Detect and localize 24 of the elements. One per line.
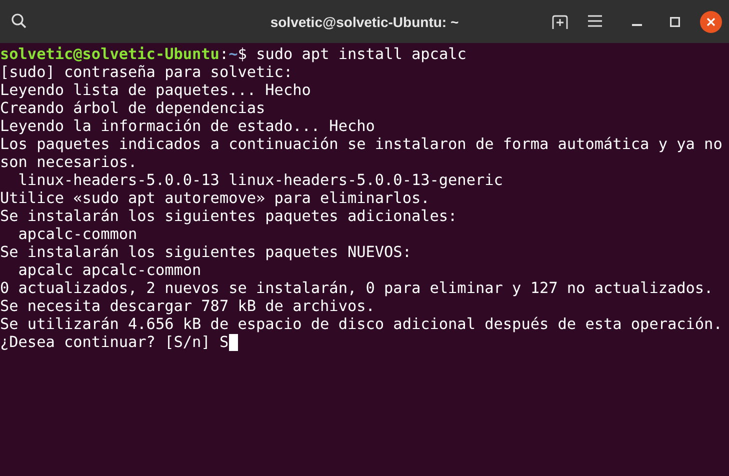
output-line: Leyendo la información de estado... Hecho bbox=[0, 117, 375, 135]
output-line: Se necesita descargar 787 kB de archivos. bbox=[0, 297, 375, 315]
window-title: solvetic@solvetic-Ubuntu: ~ bbox=[270, 13, 459, 32]
output-line: Creando árbol de dependencias bbox=[0, 99, 266, 117]
output-line: linux-headers-5.0.0-13 linux-headers-5.0.0-13-generic bbox=[17, 171, 503, 189]
maximize-icon[interactable] bbox=[670, 17, 680, 27]
output-line: apcalc-common bbox=[17, 225, 138, 243]
output-line: Utilice «sudo apt autoremove» para eliminarlos. bbox=[0, 189, 430, 207]
output-line: Se utilizarán 4.656 kB de espacio de disco adicional después de esta operación. bbox=[0, 315, 722, 333]
output-line: Se instalarán los siguientes paquetes NUEVOS: bbox=[0, 243, 412, 261]
new-tab-icon[interactable] bbox=[552, 14, 568, 30]
output-line: [sudo] contraseña para solvetic: bbox=[0, 63, 293, 81]
output-line: Los paquetes indicados a continuación se instalaron de forma automática y ya no bbox=[0, 135, 722, 153]
output-line: son necesarios. bbox=[0, 153, 138, 171]
search-icon[interactable] bbox=[11, 13, 27, 29]
menu-icon[interactable] bbox=[588, 15, 602, 27]
output-line: Leyendo lista de paquetes... Hecho bbox=[0, 81, 311, 99]
close-icon[interactable] bbox=[700, 11, 722, 33]
output-line: ¿Desea continuar? [S/n] S bbox=[0, 333, 229, 351]
output-line: apcalc apcalc-common bbox=[17, 261, 202, 279]
prompt-line: solvetic@solvetic-Ubuntu:~$ sudo apt install apcalc bbox=[0, 45, 466, 63]
text-cursor bbox=[228, 334, 238, 350]
output-line: 0 actualizados, 2 nuevos se instalarán, 0 para eliminar y 127 no actualizados. bbox=[0, 279, 714, 297]
output-line: Se instalarán los siguientes paquetes adicionales: bbox=[0, 207, 458, 225]
